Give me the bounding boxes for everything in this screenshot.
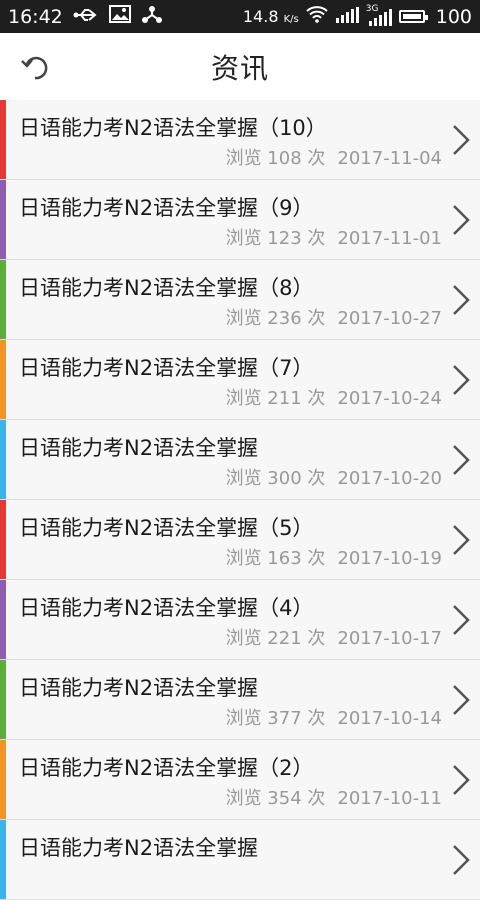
news-list-item[interactable]: 日语能力考N2语法全掌握（4） 浏览 221 次 2017-10-17: [0, 580, 480, 660]
view-count: 浏览 300 次: [225, 468, 326, 489]
news-title: 日语能力考N2语法全掌握（10）: [19, 116, 327, 140]
accent-bar: [0, 740, 6, 819]
chevron-right-icon: [453, 125, 470, 155]
news-meta: 浏览 354 次 2017-10-11: [226, 784, 442, 810]
view-count: 浏览 377 次: [225, 708, 326, 729]
view-count: 浏览 123 次: [225, 228, 326, 249]
news-meta: 浏览 108 次 2017-11-04: [226, 144, 442, 170]
accent-bar: [0, 660, 6, 739]
publish-date: 2017-10-24: [337, 388, 442, 409]
news-meta: 浏览 236 次 2017-10-27: [226, 304, 442, 330]
news-meta: 浏览 377 次 2017-10-14: [226, 704, 442, 730]
accent-bar: [0, 260, 6, 339]
chevron-right-icon: [453, 205, 470, 235]
news-list-item[interactable]: 日语能力考N2语法全掌握（9） 浏览 123 次 2017-11-01: [0, 180, 480, 260]
chevron-right-icon: [453, 285, 470, 315]
accent-bar: [0, 500, 6, 579]
news-title: 日语能力考N2语法全掌握（7）: [19, 356, 314, 380]
back-arrow-icon: [21, 56, 48, 80]
news-list-item[interactable]: 日语能力考N2语法全掌握浏览 300 次 2017-10-20: [0, 420, 480, 500]
news-list-item[interactable]: 日语能力考N2语法全掌握: [0, 820, 480, 900]
wifi-icon: [306, 5, 328, 28]
news-list-item[interactable]: 日语能力考N2语法全掌握（5） 浏览 163 次 2017-10-19: [0, 500, 480, 580]
accent-bar: [0, 100, 6, 179]
network-speed: 14.8 K/s: [242, 7, 299, 26]
news-title: 日语能力考N2语法全掌握: [19, 436, 259, 460]
battery-level: 100: [435, 5, 472, 28]
news-meta: 浏览 123 次 2017-11-01: [226, 224, 442, 250]
chevron-right-icon: [453, 765, 470, 795]
accent-bar: [0, 420, 6, 499]
view-count: 浏览 163 次: [225, 548, 326, 569]
news-meta: [430, 864, 442, 885]
chevron-right-icon: [453, 685, 470, 715]
news-meta: 浏览 300 次 2017-10-20: [226, 464, 442, 490]
news-list-item[interactable]: 日语能力考N2语法全掌握（8） 浏览 236 次 2017-10-27: [0, 260, 480, 340]
usb-icon: [73, 6, 99, 28]
publish-date: 2017-10-14: [337, 708, 442, 729]
chevron-right-icon: [453, 525, 470, 555]
news-title: 日语能力考N2语法全掌握（9）: [19, 196, 314, 220]
status-bar-right: 14.8 K/s 3G 100: [242, 4, 472, 28]
view-count: 浏览 236 次: [225, 308, 326, 329]
network-share-icon: [141, 4, 163, 29]
chevron-right-icon: [453, 365, 470, 395]
accent-bar: [0, 340, 6, 419]
status-bar: 16:42 14.8 K/s 3G 100: [0, 0, 480, 33]
publish-date: 2017-10-11: [337, 788, 442, 809]
status-bar-left: 16:42: [8, 4, 163, 29]
news-list-item[interactable]: 日语能力考N2语法全掌握浏览 377 次 2017-10-14: [0, 660, 480, 740]
news-list: 日语能力考N2语法全掌握（10） 浏览 108 次 2017-11-04 日语能力考N…: [0, 100, 480, 900]
mobile-data-icon: 3G: [366, 4, 392, 26]
news-title: 日语能力考N2语法全掌握（8）: [19, 276, 314, 300]
signal-icon: [335, 6, 359, 28]
publish-date: 2017-10-27: [337, 308, 442, 329]
news-list-item[interactable]: 日语能力考N2语法全掌握（10） 浏览 108 次 2017-11-04: [0, 100, 480, 180]
accent-bar: [0, 580, 6, 659]
view-count: 浏览 108 次: [225, 148, 326, 169]
chevron-right-icon: [453, 845, 470, 875]
view-count: 浏览 211 次: [225, 388, 326, 409]
page-title: 资讯: [210, 51, 269, 85]
back-button[interactable]: [16, 49, 52, 85]
news-list-item[interactable]: 日语能力考N2语法全掌握（2） 浏览 354 次 2017-10-11: [0, 740, 480, 820]
title-bar: 资讯: [0, 33, 480, 100]
view-count: 浏览 221 次: [225, 628, 326, 649]
accent-bar: [0, 820, 6, 899]
publish-date: 2017-11-04: [337, 148, 442, 169]
chevron-right-icon: [453, 605, 470, 635]
accent-bar: [0, 180, 6, 259]
news-meta: 浏览 163 次 2017-10-19: [226, 544, 442, 570]
news-title: 日语能力考N2语法全掌握: [19, 836, 259, 860]
news-meta: 浏览 211 次 2017-10-24: [226, 384, 442, 410]
news-list-item[interactable]: 日语能力考N2语法全掌握（7） 浏览 211 次 2017-10-24: [0, 340, 480, 420]
chevron-right-icon: [453, 445, 470, 475]
news-title: 日语能力考N2语法全掌握（2）: [19, 756, 314, 780]
image-icon: [108, 5, 131, 28]
news-title: 日语能力考N2语法全掌握（4）: [19, 596, 314, 620]
publish-date: 2017-11-01: [337, 228, 442, 249]
publish-date: 2017-10-20: [337, 468, 442, 489]
network-type: 3G: [365, 3, 379, 14]
news-title: 日语能力考N2语法全掌握（5）: [19, 516, 314, 540]
clock: 16:42: [8, 5, 63, 28]
publish-date: 2017-10-19: [337, 548, 442, 569]
view-count: 浏览 354 次: [225, 788, 326, 809]
news-title: 日语能力考N2语法全掌握: [19, 676, 259, 700]
battery-icon: [398, 10, 428, 23]
news-meta: 浏览 221 次 2017-10-17: [226, 624, 442, 650]
publish-date: 2017-10-17: [337, 628, 442, 649]
